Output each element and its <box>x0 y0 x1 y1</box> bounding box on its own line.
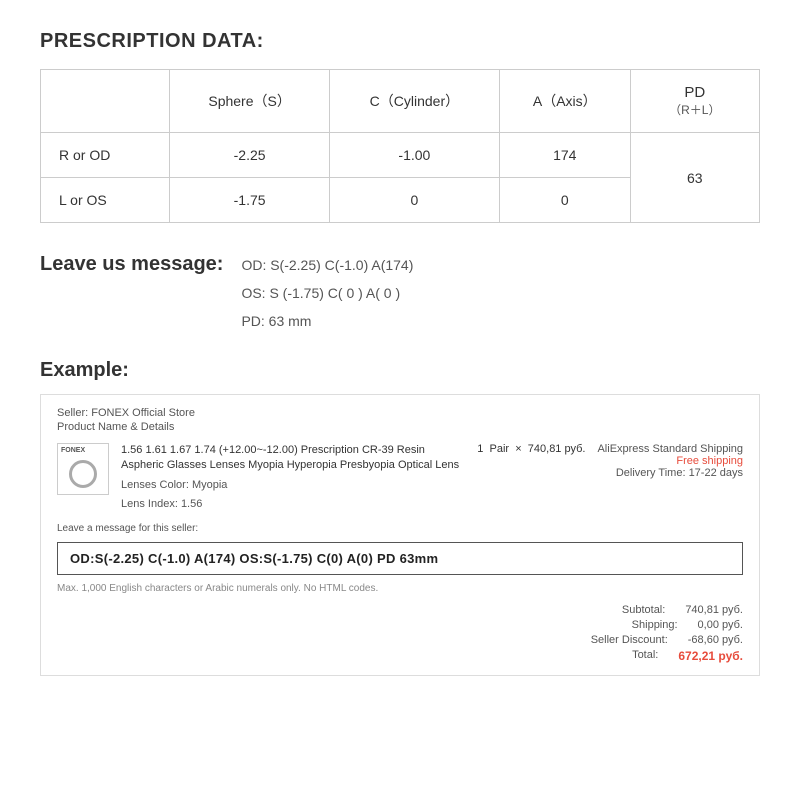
prescription-title: PRESCRIPTION DATA: <box>40 30 760 53</box>
lenses-color-value: Myopia <box>192 479 227 491</box>
row-os-cylinder: 0 <box>329 178 499 223</box>
quantity-display: 1 Pair × 740,81 руб. <box>477 443 585 455</box>
example-message-box[interactable]: OD:S(-2.25) C(-1.0) A(174) OS:S(-1.75) C… <box>57 542 743 575</box>
example-totals: Subtotal: 740,81 руб. Shipping: 0,00 руб… <box>57 604 743 663</box>
message-box-label: Leave a message for this seller: <box>57 523 743 534</box>
example-box: Seller: FONEX Official Store Product Nam… <box>40 394 760 676</box>
row-od-cylinder: -1.00 <box>329 133 499 178</box>
row-os-axis: 0 <box>499 178 630 223</box>
total-row: Total: 672,21 руб. <box>632 649 743 663</box>
message-line-2: OS: S (-1.75) C( 0 ) A( 0 ) <box>241 279 413 307</box>
discount-row: Seller Discount: -68,60 руб. <box>591 634 743 646</box>
thumb-brand: FONEX <box>61 447 85 454</box>
row-od-label: R or OD <box>41 133 170 178</box>
example-thumbnail: FONEX <box>57 443 109 495</box>
example-qty-price: 1 Pair × 740,81 руб. <box>477 443 585 455</box>
example-product-label: Product Name & Details <box>57 421 743 433</box>
message-line-1: OD: S(-2.25) C(-1.0) A(174) <box>241 251 413 279</box>
subtotal-row: Subtotal: 740,81 руб. <box>622 604 743 616</box>
message-content: OD: S(-2.25) C(-1.0) A(174) OS: S (-1.75… <box>241 251 413 335</box>
row-od-axis: 174 <box>499 133 630 178</box>
header-empty <box>41 70 170 133</box>
subtotal-value: 740,81 руб. <box>685 604 743 616</box>
header-sphere: Sphere（S） <box>170 70 329 133</box>
header-pd: PD （R＋L） <box>630 70 759 133</box>
lens-index-value: 1.56 <box>181 498 202 510</box>
example-lens-index: Lens Index: 1.56 <box>121 497 465 512</box>
header-axis: A（Axis） <box>499 70 630 133</box>
example-lenses-color: Lenses Color: Myopia <box>121 478 465 493</box>
row-os-label: L or OS <box>41 178 170 223</box>
header-cylinder: C（Cylinder） <box>329 70 499 133</box>
message-line-3: PD: 63 mm <box>241 307 413 335</box>
discount-value: -68,60 руб. <box>688 634 743 646</box>
message-section: Leave us message: OD: S(-2.25) C(-1.0) A… <box>40 251 760 335</box>
shipping-row: Shipping: 0,00 руб. <box>632 619 743 631</box>
delivery-time: Delivery Time: 17-22 days <box>616 467 743 479</box>
shipping-label: Shipping: <box>632 619 678 631</box>
example-shipping: AliExpress Standard Shipping Free shippi… <box>597 443 743 479</box>
total-value: 672,21 руб. <box>678 649 743 663</box>
example-desc: 1.56 1.61 1.67 1.74 (+12.00~-12.00) Pres… <box>121 443 465 513</box>
prescription-table: Sphere（S） C（Cylinder） A（Axis） PD （R＋L） R… <box>40 69 760 223</box>
discount-label: Seller Discount: <box>591 634 668 646</box>
example-seller: Seller: FONEX Official Store <box>57 407 743 419</box>
example-description: 1.56 1.61 1.67 1.74 (+12.00~-12.00) Pres… <box>121 443 465 474</box>
shipping-option: AliExpress Standard Shipping <box>597 443 743 455</box>
lens-index-label: Lens Index: <box>121 498 178 510</box>
thumb-circle <box>69 460 97 488</box>
example-title: Example: <box>40 359 760 382</box>
lenses-color-label: Lenses Color: <box>121 479 189 491</box>
row-os-sphere: -1.75 <box>170 178 329 223</box>
table-row: R or OD -2.25 -1.00 174 63 <box>41 133 760 178</box>
row-od-sphere: -2.25 <box>170 133 329 178</box>
message-hint: Max. 1,000 English characters or Arabic … <box>57 583 743 594</box>
free-shipping-label: Free shipping <box>676 455 743 467</box>
shipping-value: 0,00 руб. <box>698 619 743 631</box>
total-label: Total: <box>632 649 658 663</box>
subtotal-label: Subtotal: <box>622 604 665 616</box>
message-label: Leave us message: <box>40 251 223 276</box>
pd-value: 63 <box>630 133 759 223</box>
example-item-row: FONEX 1.56 1.61 1.67 1.74 (+12.00~-12.00… <box>57 443 743 513</box>
